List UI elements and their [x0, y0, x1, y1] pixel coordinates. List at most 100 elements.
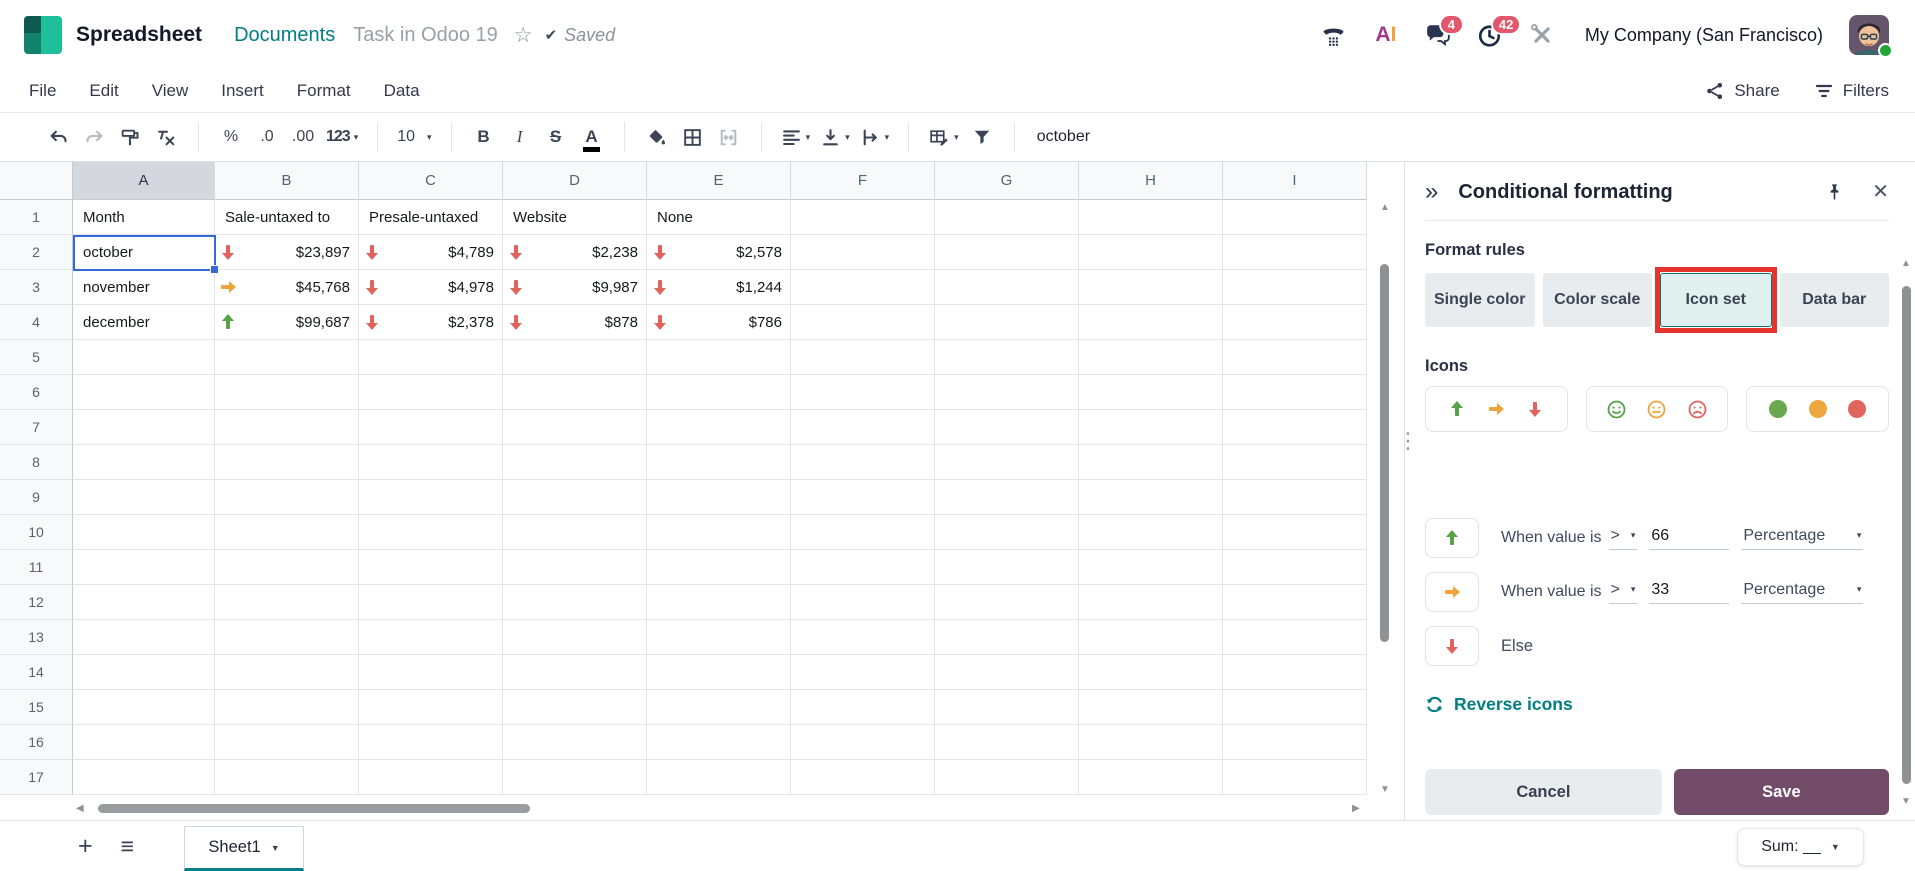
cell-C9[interactable]: [359, 480, 503, 515]
cell-D11[interactable]: [503, 550, 647, 585]
cell-I14[interactable]: [1223, 655, 1367, 690]
cell-C11[interactable]: [359, 550, 503, 585]
redo-button[interactable]: [81, 120, 107, 154]
row-header-7[interactable]: 7: [0, 410, 73, 445]
ai-assistant-icon[interactable]: AI: [1373, 22, 1399, 48]
cell-D4[interactable]: $878: [503, 305, 647, 340]
cell-D14[interactable]: [503, 655, 647, 690]
cell-F3[interactable]: [791, 270, 935, 305]
cell-F6[interactable]: [791, 375, 935, 410]
cell-D6[interactable]: [503, 375, 647, 410]
cell-G17[interactable]: [935, 760, 1079, 795]
cell-E7[interactable]: [647, 410, 791, 445]
cell-C3[interactable]: $4,978: [359, 270, 503, 305]
cell-E13[interactable]: [647, 620, 791, 655]
horizontal-scroll-thumb[interactable]: [98, 804, 530, 813]
row-header-16[interactable]: 16: [0, 725, 73, 760]
cell-C2[interactable]: $4,789: [359, 235, 503, 270]
cell-E5[interactable]: [647, 340, 791, 375]
rule-value-input[interactable]: 66: [1649, 527, 1730, 550]
formula-bar-input[interactable]: october: [1037, 128, 1090, 146]
rule-value-input[interactable]: 33: [1649, 581, 1730, 604]
menu-insert[interactable]: Insert: [221, 81, 264, 101]
panel-scrollbar[interactable]: ▲ ▼: [1901, 162, 1913, 820]
cell-G14[interactable]: [935, 655, 1079, 690]
sheet-list-menu-icon[interactable]: ≡: [121, 833, 134, 860]
scroll-up-icon[interactable]: ▲: [1901, 258, 1911, 269]
filters-button[interactable]: Filters: [1814, 81, 1889, 101]
cell-D16[interactable]: [503, 725, 647, 760]
cell-E2[interactable]: $2,578: [647, 235, 791, 270]
undo-button[interactable]: [45, 120, 71, 154]
rule-operator-select[interactable]: > ▾: [1608, 527, 1638, 550]
cell-G11[interactable]: [935, 550, 1079, 585]
cell-A11[interactable]: [73, 550, 215, 585]
merge-cells-button[interactable]: [716, 120, 742, 154]
cell-H3[interactable]: [1079, 270, 1223, 305]
cell-B15[interactable]: [215, 690, 359, 725]
cell-B4[interactable]: $99,687: [215, 305, 359, 340]
activities-clock-icon[interactable]: 42: [1477, 14, 1522, 48]
panel-scroll-thumb[interactable]: [1902, 286, 1911, 784]
cell-C4[interactable]: $2,378: [359, 305, 503, 340]
cell-A6[interactable]: [73, 375, 215, 410]
cell-B8[interactable]: [215, 445, 359, 480]
cell-G5[interactable]: [935, 340, 1079, 375]
cell-A15[interactable]: [73, 690, 215, 725]
col-header-I[interactable]: I: [1223, 162, 1367, 200]
cell-H4[interactable]: [1079, 305, 1223, 340]
cell-F5[interactable]: [791, 340, 935, 375]
text-wrap-menu[interactable]: ▾: [860, 120, 889, 154]
cell-I10[interactable]: [1223, 515, 1367, 550]
cell-C16[interactable]: [359, 725, 503, 760]
cell-A5[interactable]: [73, 340, 215, 375]
cell-D17[interactable]: [503, 760, 647, 795]
icon-set-smileys-option[interactable]: [1585, 386, 1729, 432]
cell-D5[interactable]: [503, 340, 647, 375]
cell-I3[interactable]: [1223, 270, 1367, 305]
cell-A10[interactable]: [73, 515, 215, 550]
cell-F17[interactable]: [791, 760, 935, 795]
cell-D13[interactable]: [503, 620, 647, 655]
font-size-select[interactable]: 10 ▾: [397, 120, 431, 154]
cell-I17[interactable]: [1223, 760, 1367, 795]
sheet-tab-sheet1[interactable]: Sheet1 ▼: [184, 826, 305, 871]
messages-icon[interactable]: 4: [1425, 14, 1464, 48]
close-panel-icon[interactable]: ✕: [1872, 182, 1889, 202]
vertical-align-menu[interactable]: ▾: [820, 120, 850, 154]
cell-I11[interactable]: [1223, 550, 1367, 585]
cell-H15[interactable]: [1079, 690, 1223, 725]
cell-B17[interactable]: [215, 760, 359, 795]
cell-E15[interactable]: [647, 690, 791, 725]
cell-C13[interactable]: [359, 620, 503, 655]
cell-C17[interactable]: [359, 760, 503, 795]
cell-F16[interactable]: [791, 725, 935, 760]
rule-unit-select[interactable]: Percentage ▾: [1741, 527, 1864, 550]
cell-D8[interactable]: [503, 445, 647, 480]
row-header-3[interactable]: 3: [0, 270, 73, 305]
rule-type-single-color[interactable]: Single color: [1425, 273, 1535, 327]
vertical-scrollbar[interactable]: ▲ ▼: [1377, 200, 1393, 800]
cell-I12[interactable]: [1223, 585, 1367, 620]
cell-E8[interactable]: [647, 445, 791, 480]
panel-collapse-icon[interactable]: »: [1425, 180, 1438, 204]
scroll-up-icon[interactable]: ▲: [1380, 202, 1390, 213]
cell-F8[interactable]: [791, 445, 935, 480]
cell-G2[interactable]: [935, 235, 1079, 270]
col-header-E[interactable]: E: [647, 162, 791, 200]
breadcrumb-documents-link[interactable]: Documents: [234, 24, 335, 47]
insert-table-menu[interactable]: ▾: [928, 120, 959, 154]
cell-I9[interactable]: [1223, 480, 1367, 515]
cell-E14[interactable]: [647, 655, 791, 690]
row-header-2[interactable]: 2: [0, 235, 73, 270]
cell-A2[interactable]: october: [73, 235, 215, 270]
cell-C15[interactable]: [359, 690, 503, 725]
tools-icon[interactable]: [1529, 22, 1555, 48]
cell-E12[interactable]: [647, 585, 791, 620]
row-header-8[interactable]: 8: [0, 445, 73, 480]
menu-file[interactable]: File: [29, 81, 56, 101]
rule-unit-select[interactable]: Percentage ▾: [1741, 581, 1864, 604]
cell-H2[interactable]: [1079, 235, 1223, 270]
cell-D1[interactable]: Website: [503, 200, 647, 235]
cell-C5[interactable]: [359, 340, 503, 375]
